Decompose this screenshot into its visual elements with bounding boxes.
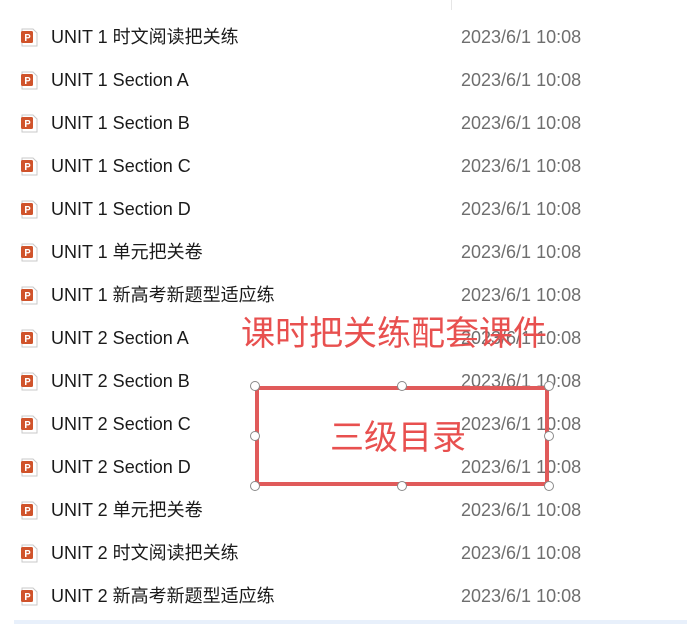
file-name: UNIT 2 Section C [51, 414, 191, 434]
powerpoint-file-icon [21, 243, 38, 262]
file-row[interactable]: UNIT 1 Section D 2023/6/1 10:08 [0, 188, 687, 231]
file-row[interactable]: UNIT 1 单元把关卷 2023/6/1 10:08 [0, 231, 687, 274]
file-name: UNIT 1 新高考新题型适应练 [51, 285, 275, 305]
powerpoint-file-icon [21, 71, 38, 90]
file-name: UNIT 2 时文阅读把关练 [51, 543, 239, 563]
file-row[interactable]: UNIT 2 新高考新题型适应练 2023/6/1 10:08 [0, 575, 687, 618]
file-name: UNIT 2 Section D [51, 457, 191, 477]
file-name: UNIT 2 Section B [51, 371, 190, 391]
file-row[interactable]: UNIT 1 Section B 2023/6/1 10:08 [0, 102, 687, 145]
powerpoint-file-icon [21, 415, 38, 434]
annotation-textbox-label: 三级目录 [330, 419, 466, 457]
file-name: UNIT 1 Section B [51, 113, 190, 133]
file-modified-date: 2023/6/1 10:08 [461, 199, 582, 219]
file-name: UNIT 1 Section D [51, 199, 191, 219]
powerpoint-file-icon [21, 544, 38, 563]
file-modified-date: 2023/6/1 10:08 [461, 285, 582, 305]
column-divider [451, 0, 452, 10]
file-row[interactable]: UNIT 1 Section C 2023/6/1 10:08 [0, 145, 687, 188]
resize-handle-left[interactable] [250, 431, 260, 441]
file-name: UNIT 2 新高考新题型适应练 [51, 586, 275, 606]
file-row[interactable]: UNIT 1 新高考新题型适应练 2023/6/1 10:08 [0, 274, 687, 317]
resize-handle-top[interactable] [397, 381, 407, 391]
horizontal-scrollbar-track[interactable] [14, 620, 687, 624]
file-modified-date: 2023/6/1 10:08 [461, 113, 582, 133]
powerpoint-file-icon [21, 286, 38, 305]
file-name: UNIT 1 Section C [51, 156, 191, 176]
file-modified-date: 2023/6/1 10:08 [461, 242, 582, 262]
powerpoint-file-icon [21, 458, 38, 477]
resize-handle-bottom-left[interactable] [250, 481, 260, 491]
file-name: UNIT 1 单元把关卷 [51, 242, 203, 262]
annotation-caption: 课时把关练配套课件 [241, 315, 547, 353]
resize-handle-right[interactable] [544, 431, 554, 441]
powerpoint-file-icon [21, 587, 38, 606]
file-row[interactable]: UNIT 1 时文阅读把关练 2023/6/1 10:08 [0, 16, 687, 59]
resize-handle-bottom[interactable] [397, 481, 407, 491]
file-modified-date: 2023/6/1 10:08 [461, 27, 582, 47]
powerpoint-file-icon [21, 329, 38, 348]
file-row[interactable]: UNIT 1 Section A 2023/6/1 10:08 [0, 59, 687, 102]
file-row[interactable]: UNIT 2 时文阅读把关练 2023/6/1 10:08 [0, 532, 687, 575]
powerpoint-file-icon [21, 501, 38, 520]
powerpoint-file-icon [21, 114, 38, 133]
file-row[interactable]: UNIT 2 单元把关卷 2023/6/1 10:08 [0, 489, 687, 532]
file-modified-date: 2023/6/1 10:08 [461, 70, 582, 90]
resize-handle-top-left[interactable] [250, 381, 260, 391]
resize-handle-top-right[interactable] [544, 381, 554, 391]
file-name: UNIT 2 单元把关卷 [51, 500, 203, 520]
file-modified-date: 2023/6/1 10:08 [461, 156, 582, 176]
file-name: UNIT 2 Section A [51, 328, 189, 348]
powerpoint-file-icon [21, 157, 38, 176]
file-name: UNIT 1 Section A [51, 70, 189, 90]
file-modified-date: 2023/6/1 10:08 [461, 586, 582, 606]
resize-handle-bottom-right[interactable] [544, 481, 554, 491]
powerpoint-file-icon [21, 372, 38, 391]
file-name: UNIT 1 时文阅读把关练 [51, 27, 239, 47]
powerpoint-file-icon [21, 200, 38, 219]
powerpoint-file-icon [21, 28, 38, 47]
file-modified-date: 2023/6/1 10:08 [461, 543, 582, 563]
file-modified-date: 2023/6/1 10:08 [461, 500, 582, 520]
